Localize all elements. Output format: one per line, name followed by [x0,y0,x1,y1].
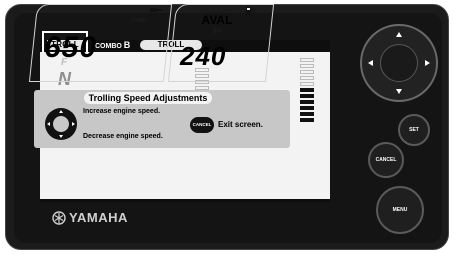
bar-segment [300,76,314,80]
bar-segment [300,106,314,110]
bar-segment [300,88,314,92]
fuel-unit: gal [212,28,221,34]
dpad-button[interactable] [360,24,438,102]
help-title: Trolling Speed Adjustments [84,92,212,104]
yamaha-tuning-fork-icon [52,210,66,225]
rpm-value: 650 [44,31,98,64]
help-decrease-text: Decrease engine speed. [83,133,163,140]
bar-segment [300,94,314,98]
fuel-value: 240 [180,41,227,71]
bar-segment [300,118,314,122]
fuel-bar-graph [300,58,314,124]
help-increase-text: Increase engine speed. [83,108,161,115]
dpad-icon [45,108,77,140]
bar-segment [300,112,314,116]
cancel-badge-icon: CANCEL [190,117,214,133]
menu-button[interactable]: MENU [376,186,424,234]
bar-segment [300,82,314,86]
cancel-button[interactable]: CANCEL [368,142,404,178]
bar-segment [300,58,314,62]
bar-segment [300,100,314,104]
dpad-arrows-icon [368,32,430,94]
fuel-available-label: AVAL [201,13,233,27]
brand-logo-text: YAMAHA [69,210,128,225]
bar-segment [300,70,314,74]
tachometer-icon [150,8,162,12]
fuel-pump-icon [246,7,255,15]
brand-logo: YAMAHA [52,210,128,225]
rpm-unit: r/min [131,17,147,24]
help-exit-text: Exit screen. [218,120,263,129]
set-button[interactable]: SET [398,114,430,146]
bar-segment [300,64,314,68]
